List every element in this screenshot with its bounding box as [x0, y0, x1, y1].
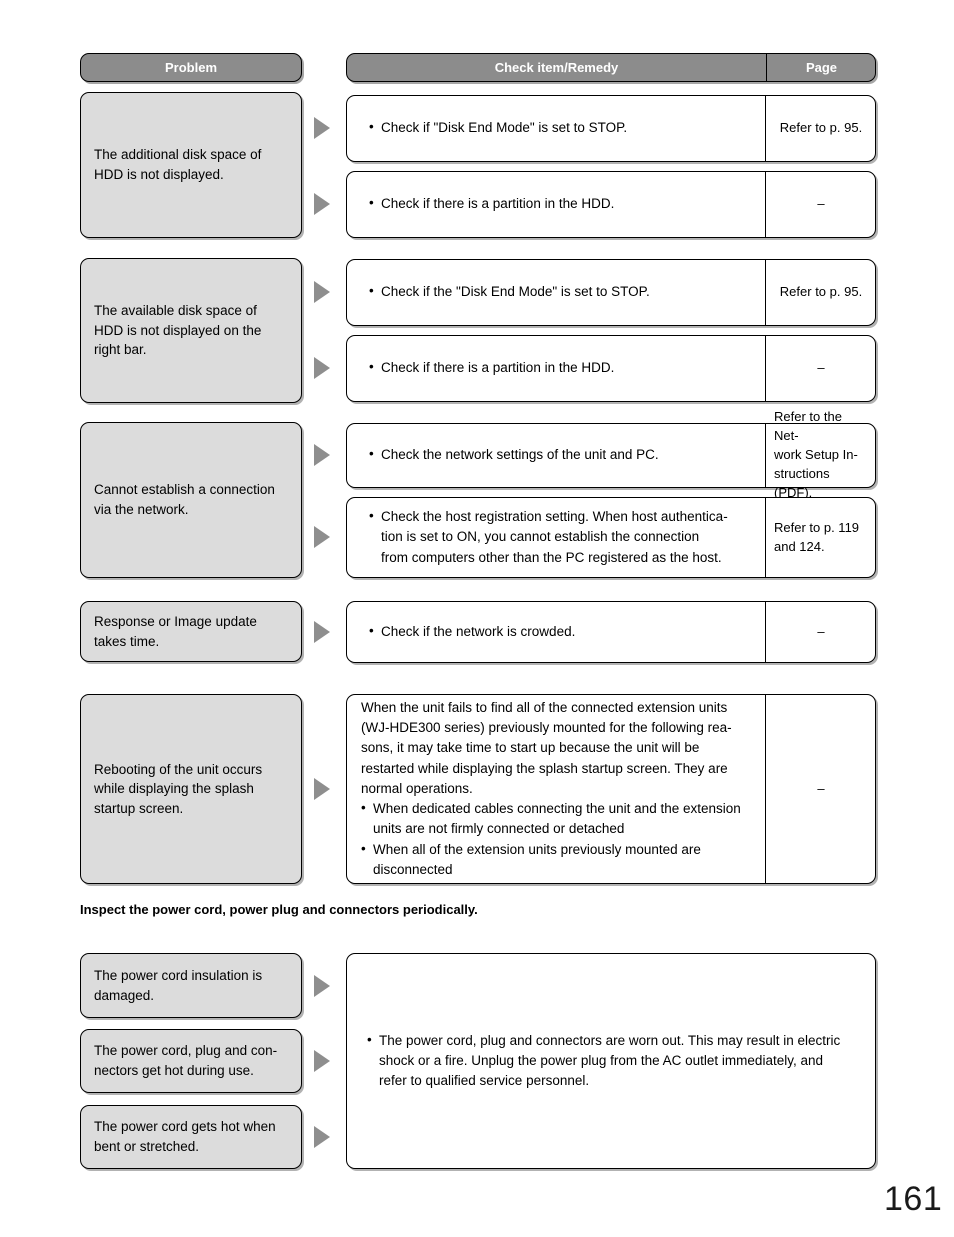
problem-box-1: The additional disk space of HDD is not … — [80, 92, 302, 238]
problem-box-2-text: The available disk space of HDD is not d… — [94, 303, 262, 358]
remedy-box-1-2: Check if there is a partition in the HDD… — [346, 171, 876, 238]
page-ref-cell: Refer to p. 95. — [766, 96, 876, 161]
problem-box-3: Cannot establish a connection via the ne… — [80, 422, 302, 578]
flow-arrow-icon — [314, 444, 330, 466]
remedy-text: Check if the network is crowded. — [369, 621, 752, 642]
page-ref-text: – — [817, 780, 825, 796]
power-remedy-text: The power cord, plug and connectors are … — [367, 1030, 861, 1092]
remedy-paragraph: When the unit fails to find all of the c… — [361, 699, 732, 796]
problem-box-2: The available disk space of HDD is not d… — [80, 258, 302, 403]
flow-arrow-icon — [314, 778, 330, 800]
problem-box-3-text: Cannot establish a connection via the ne… — [94, 482, 275, 517]
remedy-bullet: When all of the extension units previous… — [361, 839, 752, 881]
page-ref-text: – — [817, 196, 825, 212]
flow-arrow-icon — [314, 117, 330, 139]
column-header-page-label: Page — [805, 60, 838, 75]
remedy-box-4-1: Check if the network is crowded. – — [346, 601, 876, 663]
problem-box-5: Rebooting of the unit occurs while displ… — [80, 694, 302, 884]
column-header-problem-label: Problem — [164, 60, 217, 75]
power-problem-box-1-text: The power cord insulation is damaged. — [94, 967, 263, 1003]
section-heading: Inspect the power cord, power plug and c… — [80, 902, 478, 917]
problem-box-4: Response or Image update takes time. — [80, 601, 302, 662]
flow-arrow-icon — [314, 193, 330, 215]
page-ref-cell: – — [766, 695, 876, 883]
remedy-bullet: When dedicated cables connecting the uni… — [361, 798, 752, 840]
flow-arrow-icon — [314, 1050, 330, 1072]
problem-box-1-text: The additional disk space of HDD is not … — [94, 147, 262, 182]
page-ref-text: – — [817, 360, 825, 376]
remedy-text: Check if there is a partition in the HDD… — [369, 193, 752, 214]
remedy-box-2-2: Check if there is a partition in the HDD… — [346, 335, 876, 402]
column-header-problem: Problem — [80, 53, 302, 82]
page-ref-text: – — [817, 623, 825, 639]
page-ref-text: Refer to the Net- work Setup In- structi… — [774, 409, 858, 500]
remedy-text: Check the network settings of the unit a… — [369, 444, 752, 465]
remedy-text: Check if "Disk End Mode" is set to STOP. — [369, 117, 752, 138]
page-ref-cell: – — [766, 172, 876, 237]
flow-arrow-icon — [314, 1126, 330, 1148]
page-ref-cell: Refer to p. 95. — [766, 260, 876, 325]
column-header-check-item-label: Check item/Remedy — [494, 60, 619, 75]
power-problem-box-2-text: The power cord, plug and con- nectors ge… — [94, 1043, 278, 1078]
flow-arrow-icon — [314, 621, 330, 643]
flow-arrow-icon — [314, 526, 330, 548]
remedy-box-2-1: Check if the "Disk End Mode" is set to S… — [346, 259, 876, 326]
flow-arrow-icon — [314, 975, 330, 997]
power-problem-box-3: The power cord gets hot when bent or str… — [80, 1105, 302, 1169]
page-number: 161 — [884, 1180, 943, 1218]
remedy-box-5-1: When the unit fails to find all of the c… — [346, 694, 876, 884]
remedy-text: Check if the "Disk End Mode" is set to S… — [369, 281, 752, 302]
page-ref-cell: – — [766, 602, 876, 662]
power-problem-box-3-text: The power cord gets hot when bent or str… — [94, 1119, 276, 1154]
page-ref-cell: – — [766, 336, 876, 401]
problem-box-4-text: Response or Image update takes time. — [94, 613, 257, 649]
page-ref-text: Refer to p. 119 and 124. — [774, 519, 860, 554]
remedy-text: Check the host registration setting. Whe… — [369, 506, 752, 568]
power-problem-box-1: The power cord insulation is damaged. — [80, 953, 302, 1018]
power-problem-box-2: The power cord, plug and con- nectors ge… — [80, 1029, 302, 1093]
page-ref-text: Refer to p. 95. — [779, 284, 863, 300]
remedy-box-3-2: Check the host registration setting. Whe… — [346, 497, 876, 578]
remedy-box-3-1: Check the network settings of the unit a… — [346, 409, 876, 500]
page-ref-cell: Refer to the Net- work Setup In- structi… — [766, 409, 876, 499]
remedy-text: Check if there is a partition in the HDD… — [369, 357, 752, 378]
power-remedy-box: The power cord, plug and connectors are … — [346, 953, 876, 1169]
flow-arrow-icon — [314, 281, 330, 303]
page-ref-cell: Refer to p. 119 and 124. — [766, 498, 876, 577]
column-header-check-remedy-page: Check item/Remedy Page — [346, 53, 876, 82]
page-ref-text: Refer to p. 95. — [779, 120, 863, 136]
problem-box-5-text: Rebooting of the unit occurs while displ… — [94, 761, 263, 816]
remedy-box-1-1: Check if "Disk End Mode" is set to STOP.… — [346, 95, 876, 162]
flow-arrow-icon — [314, 357, 330, 379]
manual-page: Problem Check item/Remedy Page The addit… — [0, 0, 954, 1237]
